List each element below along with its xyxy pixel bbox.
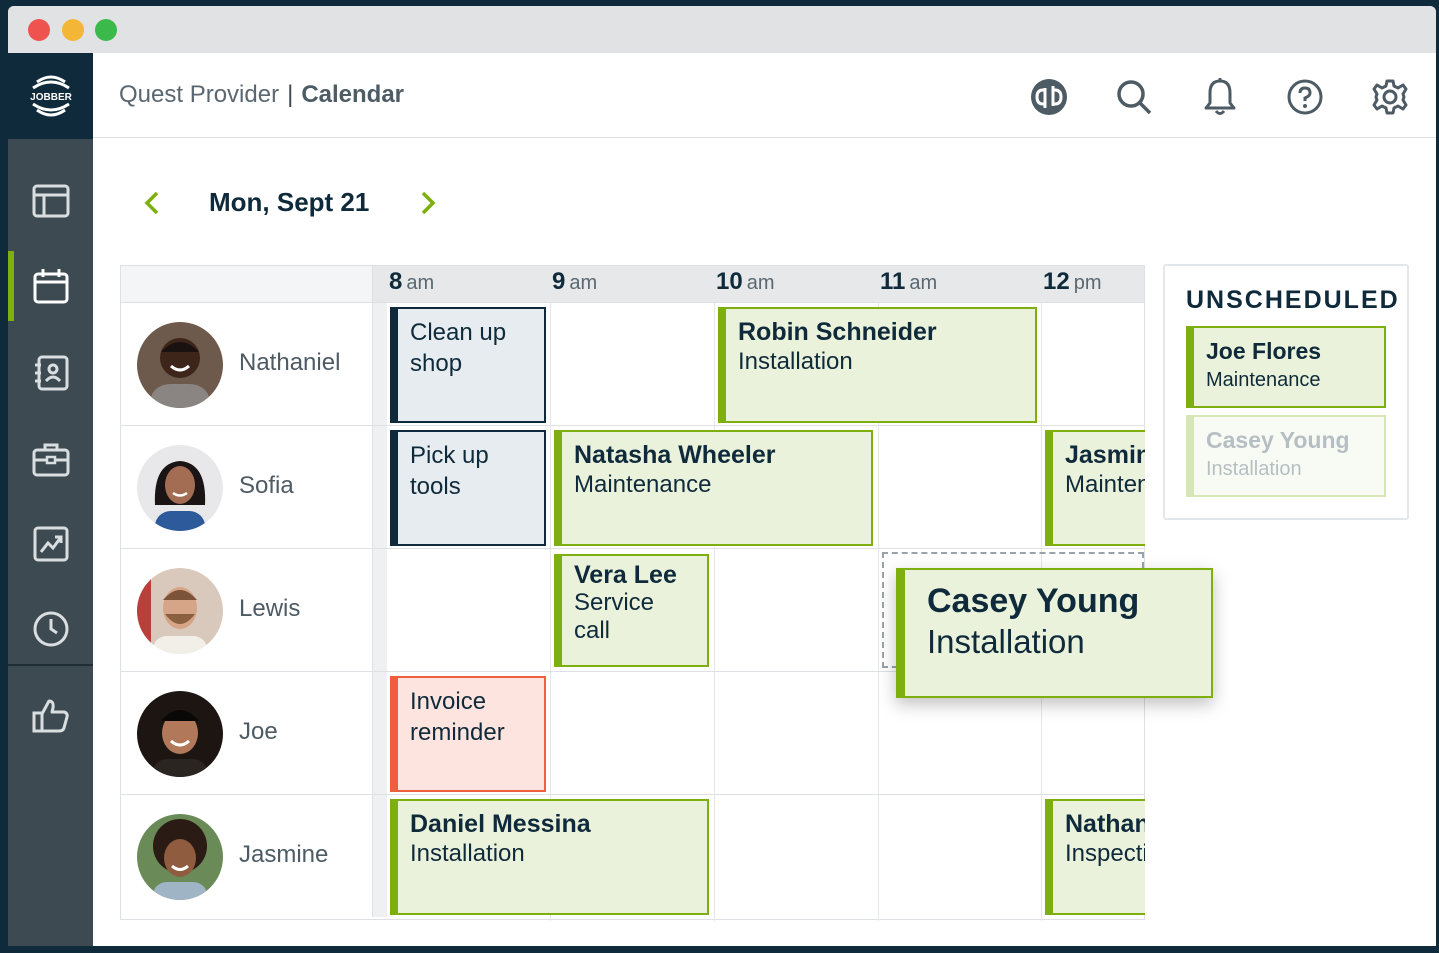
avatar (137, 322, 223, 408)
row-gutter (373, 303, 387, 425)
task-card[interactable]: Pick up tools (390, 430, 546, 546)
team-member[interactable]: Sofia (121, 426, 373, 548)
avatar (137, 445, 223, 531)
minimize-window-button[interactable] (62, 19, 84, 41)
unscheduled-panel: UNSCHEDULED Joe Flores Maintenance Casey… (1163, 264, 1409, 520)
row-gutter (373, 672, 387, 794)
quickbooks-icon (1031, 79, 1067, 115)
row-gutter (373, 426, 387, 548)
row-gutter (373, 795, 387, 917)
bell-icon (1204, 78, 1236, 115)
team-member-name: Joe (239, 718, 278, 745)
quickbooks-button[interactable] (1029, 77, 1069, 117)
settings-button[interactable] (1370, 77, 1410, 117)
sidebar: JOBBER (8, 53, 93, 946)
nav-reports[interactable] (8, 509, 93, 579)
close-window-button[interactable] (28, 19, 50, 41)
task-card[interactable]: Clean up shop (390, 307, 546, 423)
team-member-name: Lewis (239, 595, 301, 622)
help-icon (1287, 79, 1323, 115)
thumbs-up-icon (32, 699, 69, 733)
briefcase-icon (32, 443, 69, 477)
previous-day-button[interactable] (137, 188, 167, 218)
jobber-logo-icon: JOBBER (30, 75, 72, 117)
unscheduled-heading: UNSCHEDULED (1186, 286, 1400, 314)
breadcrumb: Quest Provider | Calendar (119, 81, 404, 109)
next-day-button[interactable] (413, 188, 443, 218)
hour-label: 12 pm (1043, 268, 1102, 295)
search-icon (1117, 80, 1152, 115)
job-card[interactable]: NathanInspection (1045, 799, 1145, 915)
svg-text:JOBBER: JOBBER (30, 92, 72, 103)
top-header: Quest Provider | Calendar (93, 53, 1436, 138)
chevron-left-icon (144, 191, 159, 215)
team-member[interactable]: Nathaniel (121, 303, 373, 425)
clock-icon (33, 611, 68, 647)
nav-timesheets[interactable] (8, 594, 93, 664)
maximize-window-button[interactable] (95, 19, 117, 41)
account-name[interactable]: Quest Provider (119, 81, 279, 108)
chevron-right-icon (421, 191, 436, 215)
team-member-name: Nathaniel (239, 349, 341, 376)
job-card[interactable]: Robin Schneider Installation (718, 307, 1037, 423)
time-header: 8 am 9 am 10 am 11 am 12 pm (121, 266, 1144, 302)
page-title: Calendar (301, 81, 405, 108)
job-card[interactable]: Natasha Wheeler Maintenance (554, 430, 873, 546)
team-member[interactable]: Lewis (121, 549, 373, 671)
nav-calendar[interactable] (8, 251, 93, 321)
reports-chart-icon (33, 526, 68, 562)
team-member-name: Jasmine (239, 841, 329, 868)
unscheduled-job-card-dragging[interactable]: Casey Young Installation (1186, 415, 1386, 497)
nav-work[interactable] (8, 424, 93, 494)
dashboard-icon (32, 184, 69, 218)
time-header-spacer (121, 266, 373, 302)
hour-label: 10 am (716, 268, 775, 295)
jobber-logo[interactable]: JOBBER (8, 53, 93, 139)
job-card[interactable]: Daniel Messina Installation (390, 799, 709, 915)
contacts-icon (34, 355, 68, 391)
avatar (137, 568, 223, 654)
sidebar-divider (8, 664, 93, 666)
breadcrumb-separator: | (287, 81, 294, 108)
app-window: JOBBER Quest Provider | Calendar Mon, Se… (8, 6, 1436, 946)
gear-icon (1372, 79, 1408, 115)
job-card[interactable]: JasmineMaintenance (1045, 430, 1145, 546)
nav-feedback[interactable] (8, 681, 93, 751)
hour-label: 11 am (880, 268, 938, 295)
dragged-job-card[interactable]: Casey Young Installation (896, 568, 1213, 698)
team-member[interactable]: Jasmine (121, 795, 373, 917)
reminder-card[interactable]: Invoice reminder (390, 676, 546, 792)
team-member[interactable]: Joe (121, 672, 373, 794)
search-button[interactable] (1114, 77, 1154, 117)
hour-label: 9 am (552, 268, 598, 295)
avatar (137, 691, 223, 777)
avatar (137, 814, 223, 900)
nav-dashboard[interactable] (8, 166, 93, 236)
title-bar (8, 6, 1436, 53)
team-member-name: Sofia (239, 472, 294, 499)
row-gutter (373, 549, 387, 671)
unscheduled-job-card[interactable]: Joe Flores Maintenance (1186, 326, 1386, 408)
nav-clients[interactable] (8, 338, 93, 408)
hour-label: 8 am (389, 268, 435, 295)
job-card[interactable]: Vera Lee Service call (554, 554, 709, 667)
help-button[interactable] (1285, 77, 1325, 117)
calendar-icon (33, 269, 68, 304)
current-date: Mon, Sept 21 (209, 187, 370, 217)
notifications-button[interactable] (1200, 77, 1240, 117)
